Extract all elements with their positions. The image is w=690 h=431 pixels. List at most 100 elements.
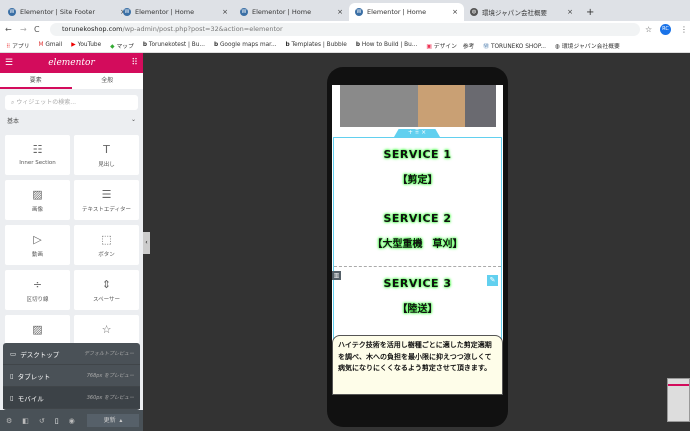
gallery-image [340,85,496,127]
divider-icon: ÷ [32,278,43,291]
bookmark-youtube[interactable]: ▶ YouTube [71,42,101,48]
tab-global[interactable]: 全般 [72,73,144,89]
bookmarks-bar: ⠿ アプリ M Gmail ▶ YouTube ◆ マップ b Toruneko… [0,38,690,53]
collapse-sidebar-handle[interactable]: ‹ [143,232,150,254]
wordpress-icon: W [8,8,16,16]
navigator-icon[interactable]: ◧ [22,417,29,425]
mode-mobile[interactable]: ▯ モバイル 360px をプレビュー [3,387,140,409]
youtube-icon: ▶ [71,42,76,48]
bookmark-design[interactable]: ▣ デザイン 参考 [426,41,474,50]
video-icon: ▷ [33,233,42,246]
wordpress-icon: Ⓦ [483,43,490,50]
menu-icon[interactable]: ⋮ [680,25,688,34]
search-icon: ⌕ [11,99,15,106]
grid-icon[interactable]: ⠿ [131,53,138,73]
widget-inner-section[interactable]: ☷ Inner Section [5,135,70,175]
mobile-icon: ▯ [10,393,14,402]
globe-icon: ◍ [554,43,561,50]
tab-company[interactable]: ◍ 環境ジャパン会社概要 × [464,3,579,21]
edit-pencil-icon[interactable]: ✎ [487,275,498,286]
section-handle[interactable]: + ⠿ × [394,129,440,137]
sidebar-tabs: 要素 全般 [0,73,143,89]
bookmark-company[interactable]: ◍ 環境ジャパン会社概要 [555,41,620,50]
forward-icon[interactable]: → [20,25,27,34]
tab-elements[interactable]: 要素 [0,73,72,89]
reload-icon[interactable]: C [34,25,40,34]
close-icon[interactable]: × [222,8,228,16]
widget-button[interactable]: ⬚ ボタン [74,225,139,265]
service-2-title: SERVICE 2 [383,212,452,225]
bookmark-torunekotest[interactable]: b Torunekotest | Bu... [143,42,205,48]
chevron-down-icon: ⌄ [130,116,136,123]
update-button[interactable]: 更新 ▴ [87,414,139,427]
widget-search-input[interactable]: ⌕ ウィジェットの検索... [5,95,138,110]
widget-video[interactable]: ▷ 動画 [5,225,70,265]
preview-eye-icon[interactable]: ◉ [69,417,75,425]
service-3-sub: 【陸送】 [397,304,438,315]
widget-grid: ☷ Inner Section T 見出し ▨ 画像 ☰ テキストエディター ▷ 動画 ⬚… [5,135,139,355]
avatar[interactable]: RC [660,24,671,35]
bubble-icon: b [213,42,219,48]
tab-home-2[interactable]: W Elementor | Home × [234,3,349,21]
mode-desktop[interactable]: ▭ デスクトップ デフォルトプレビュー [3,343,140,365]
bookmark-maps[interactable]: ◆ マップ [110,41,134,50]
bookmark-how-to-build[interactable]: b How to Build | Bu... [356,42,418,48]
button-icon: ⬚ [101,233,112,246]
image-box-icon: ▨ [32,323,43,336]
maps-icon: ◆ [110,43,115,50]
history-icon[interactable]: ↺ [39,417,45,425]
mode-tablet[interactable]: ▯ タブレット 768px をプレビュー [3,365,140,387]
back-icon[interactable]: ← [5,25,12,34]
column-handle-icon[interactable]: ▥ [332,271,341,280]
section-divider [334,266,501,267]
service-1-sub: 【剪定】 [397,175,438,186]
tab-home-1[interactable]: W Elementor | Home × [117,3,234,21]
responsive-mode-menu: ▭ デスクトップ デフォルトプレビュー ▯ タブレット 768px をプレビュー ▯… [3,343,140,410]
url-input[interactable]: torunekoshop.com/wp-admin/post.php?post=… [50,23,640,36]
bookmark-gmail[interactable]: M Gmail [39,42,63,48]
apps-icon: ⠿ [6,43,11,50]
star-icon[interactable]: ☆ [645,25,652,34]
service-description: ハイテク技術を活用し樹種ごとに適した剪定適期を調べ、木への負担を最小限に抑えつつ… [332,335,503,395]
bubble-icon: b [142,42,148,48]
bubble-icon: b [285,42,290,48]
elementor-logo: elementor [48,58,95,68]
hamburger-icon[interactable]: ☰ [5,53,13,73]
close-icon[interactable]: × [337,8,343,16]
service-1-title: SERVICE 1 [383,148,452,161]
service-3-title: SERVICE 3 [383,277,452,290]
star-icon: ☆ [101,323,112,336]
bookmark-toruneko-shop[interactable]: Ⓦ TORUNEKO SHOP... [483,41,546,50]
category-basic[interactable]: 基本 ⌄ [0,116,143,125]
wordpress-icon: W [240,8,248,16]
desktop-icon: ▭ [10,349,17,358]
sidebar-footer: ⚙ ◧ ↺ ▯ ◉ 更新 ▴ [0,410,143,431]
address-bar: ← → C torunekoshop.com/wp-admin/post.php… [0,21,690,38]
settings-icon[interactable]: ⚙ [6,417,12,425]
text-editor-icon: ☰ [101,188,112,201]
tablet-icon: ▯ [10,371,14,380]
sidebar-header: ☰ elementor ⠿ [0,53,143,73]
bubble-icon: b [355,42,360,48]
browser-tab-bar: WElementor | Site Footer× WElementor | H… [0,0,690,21]
responsive-icon[interactable]: ▯ [55,417,59,425]
heading-icon: T [103,143,110,156]
bookmark-google-maps[interactable]: b Google maps mar... [214,42,277,48]
widget-spacer[interactable]: ⇕ スペーサー [74,270,139,310]
spacer-icon: ⇕ [101,278,112,291]
widget-heading[interactable]: T 見出し [74,135,139,175]
widget-text-editor[interactable]: ☰ テキストエディター [74,180,139,220]
tab-site-footer[interactable]: WElementor | Site Footer× [2,3,132,21]
service-2-sub: 【大型重機 草刈】 [372,239,463,250]
preview-screen: + ⠿ × SERVICE 1 【剪定】 SERVICE 2 【大型重機 草刈】… [332,85,503,395]
tab-home-active[interactable]: W Elementor | Home × [349,3,464,21]
bookmark-templates[interactable]: b Templates | Bubble [286,42,347,48]
widget-image[interactable]: ▨ 画像 [5,180,70,220]
new-tab-button[interactable]: + [580,3,600,21]
close-icon[interactable]: × [567,8,573,16]
image-icon: ▨ [32,188,43,201]
screen-thumbnail[interactable] [667,378,690,422]
close-icon[interactable]: × [452,8,458,16]
bookmark-apps[interactable]: ⠿ アプリ [6,41,30,50]
widget-divider[interactable]: ÷ 区切り線 [5,270,70,310]
